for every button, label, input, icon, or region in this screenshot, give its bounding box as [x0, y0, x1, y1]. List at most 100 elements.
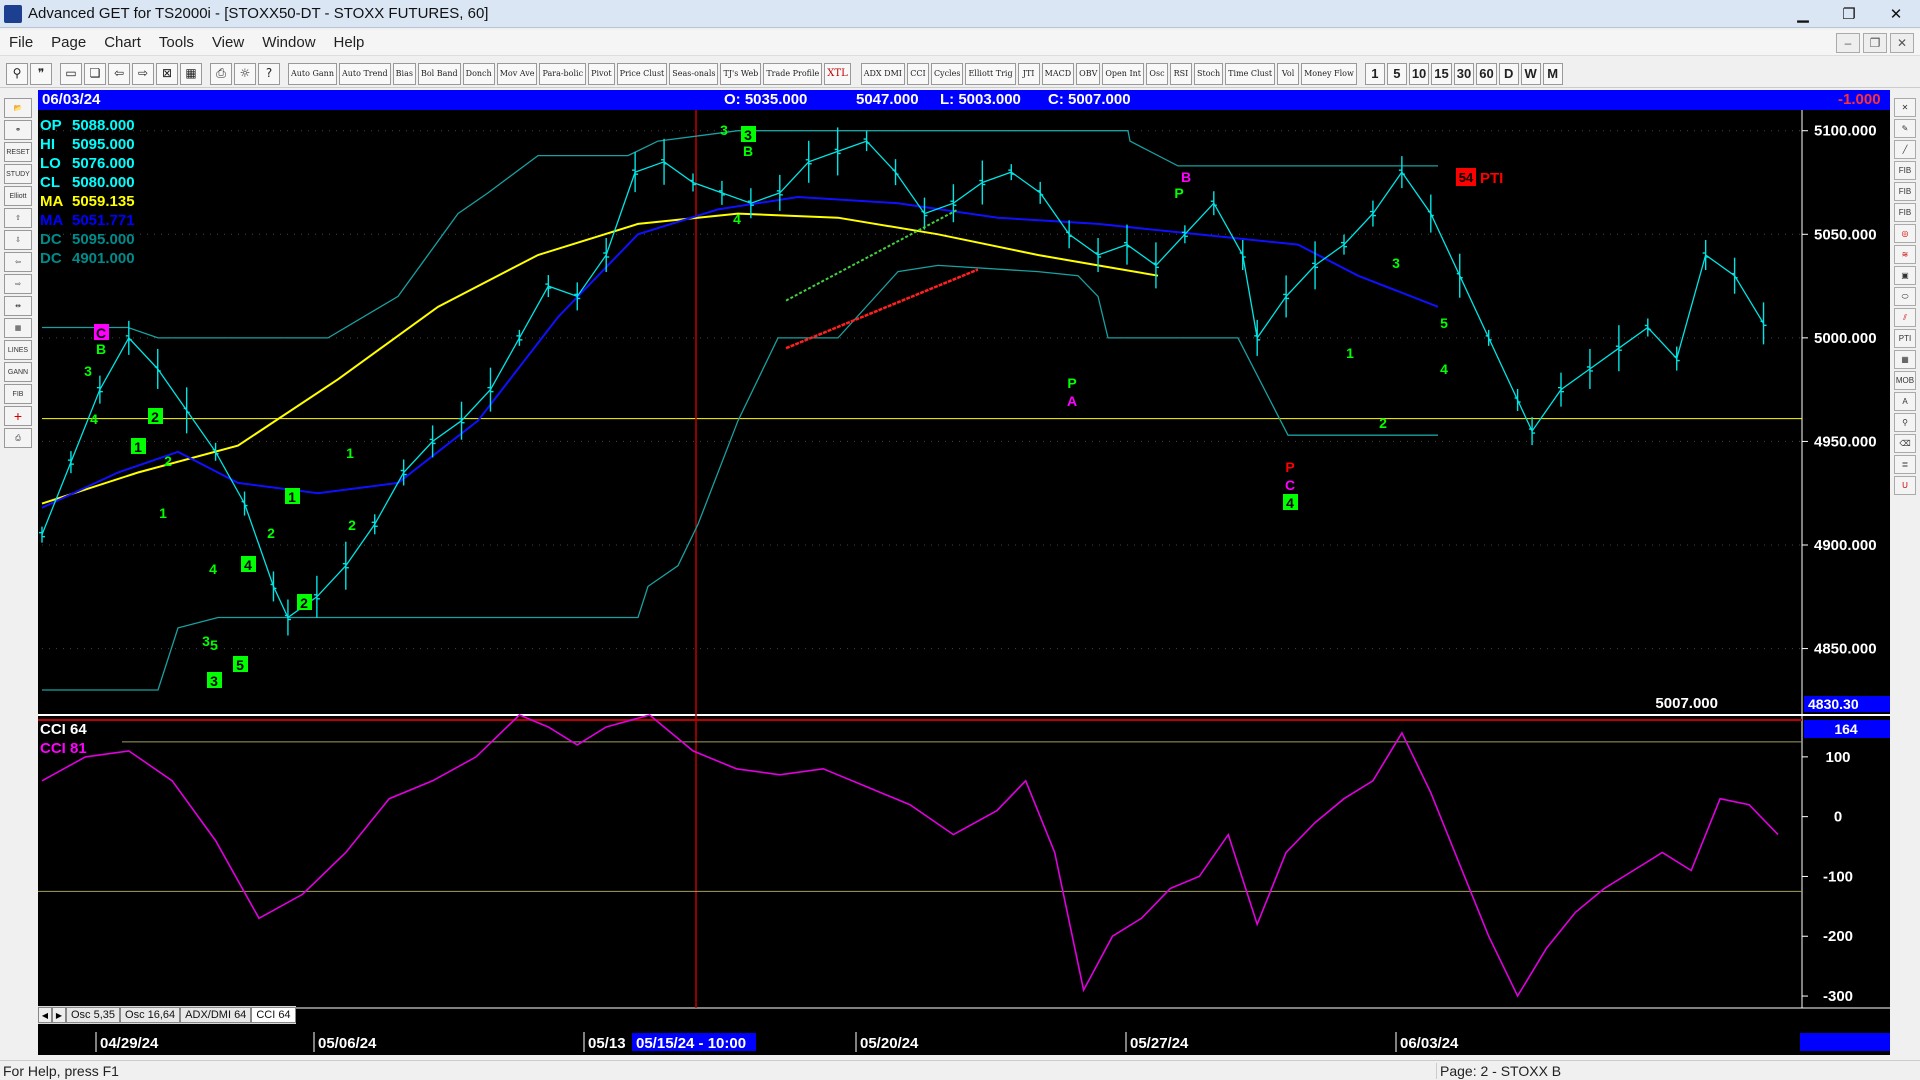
- zoom-icon[interactable]: ⚲: [1894, 413, 1916, 432]
- study-button-elliott-trig[interactable]: Elliott Trig: [965, 62, 1016, 85]
- box-icon[interactable]: ▣: [1894, 266, 1916, 285]
- menu-page[interactable]: Page: [42, 34, 95, 51]
- study-button-auto-gann[interactable]: Auto Gann: [288, 62, 337, 85]
- binoculars-icon[interactable]: ⚭: [4, 120, 32, 140]
- magnet-icon[interactable]: U: [1894, 476, 1916, 495]
- study-button-macd[interactable]: MACD: [1041, 62, 1075, 85]
- timeframe-button-m[interactable]: M: [1542, 62, 1563, 85]
- mdi-minimize-button[interactable]: ‒: [1836, 33, 1860, 53]
- mob-icon[interactable]: MOB: [1894, 371, 1916, 390]
- study-button-rsi[interactable]: RSI: [1170, 62, 1192, 85]
- mdi-restore-button[interactable]: ❐: [1863, 33, 1887, 53]
- tab-osc-5-35[interactable]: Osc 5,35: [66, 1007, 121, 1023]
- timeframe-button-w[interactable]: W: [1520, 62, 1541, 85]
- study-button-stoch[interactable]: Stoch: [1194, 62, 1224, 85]
- menu-window[interactable]: Window: [253, 34, 324, 51]
- grid-icon[interactable]: ▦: [180, 62, 202, 85]
- text-tool-icon[interactable]: A: [1894, 392, 1916, 411]
- fib-ret-icon[interactable]: FIB: [1894, 161, 1916, 180]
- pencil-icon[interactable]: ✎: [1894, 119, 1916, 138]
- study-button-mov-ave[interactable]: Mov Ave: [496, 62, 538, 85]
- fib-time-icon[interactable]: FIB: [1894, 203, 1916, 222]
- study-button-jti[interactable]: JTI: [1017, 62, 1040, 85]
- tab-cci[interactable]: CCI 64: [251, 1007, 296, 1023]
- down-arrow-icon[interactable]: ⇩: [4, 230, 32, 250]
- open-icon[interactable]: 📂: [4, 98, 32, 118]
- layers-icon[interactable]: ≣: [1894, 455, 1916, 474]
- right-arrow-icon[interactable]: ⇨: [4, 274, 32, 294]
- spiral-icon[interactable]: ◎: [1894, 224, 1916, 243]
- eraser-icon[interactable]: ⌫: [1894, 434, 1916, 453]
- tab-adx-dmi[interactable]: ADX/DMI 64: [180, 1007, 252, 1023]
- study-button-bol-band[interactable]: Bol Band: [417, 62, 461, 85]
- help-icon[interactable]: ?: [258, 62, 280, 85]
- reset-icon[interactable]: RESET: [4, 142, 32, 162]
- up-arrow-icon[interactable]: ⇧: [4, 208, 32, 228]
- tab-next-icon[interactable]: ▶: [52, 1007, 66, 1023]
- tab-osc-16-64[interactable]: Osc 16,64: [120, 1007, 181, 1023]
- fib-ext-icon[interactable]: FIB: [1894, 182, 1916, 201]
- study-button-xtl[interactable]: XTL: [824, 62, 851, 85]
- timeframe-button-15[interactable]: 15: [1431, 62, 1452, 85]
- copy-icon[interactable]: ❏: [84, 62, 106, 85]
- study-button-donch[interactable]: Donch: [462, 62, 495, 85]
- pin-icon[interactable]: ⚲: [6, 62, 28, 85]
- channel-icon[interactable]: ⫽: [1894, 308, 1916, 327]
- timeframe-button-5[interactable]: 5: [1386, 62, 1407, 85]
- chart-canvas[interactable]: 5100.000 5050.000 5000.000 4950.000 4900.000…: [38, 90, 1890, 1055]
- tab-prev-icon[interactable]: ◀: [38, 1007, 52, 1023]
- menu-view[interactable]: View: [203, 34, 253, 51]
- elliott-icon[interactable]: Elliott: [4, 186, 32, 206]
- close-tool-icon[interactable]: ✕: [1894, 98, 1916, 117]
- chart-window[interactable]: 5100.000 5050.000 5000.000 4950.000 4900.000…: [38, 90, 1890, 1055]
- study-button-auto-trend[interactable]: Auto Trend: [338, 62, 391, 85]
- menu-help[interactable]: Help: [325, 34, 374, 51]
- scroll-right-icon[interactable]: ⇨: [132, 62, 154, 85]
- study-icon[interactable]: STUDY: [4, 164, 32, 184]
- scroll-left-icon[interactable]: ⇦: [108, 62, 130, 85]
- print-chart-icon[interactable]: ⎙: [4, 428, 32, 448]
- study-button-vol[interactable]: Vol: [1277, 62, 1300, 85]
- crosshair-icon[interactable]: +: [4, 406, 32, 426]
- fib-icon[interactable]: FIB: [4, 384, 32, 404]
- study-button-bias[interactable]: Bias: [392, 62, 416, 85]
- line-tool-icon[interactable]: ╱: [1894, 140, 1916, 159]
- lines-icon[interactable]: LINES: [4, 340, 32, 360]
- table-icon[interactable]: ▦: [4, 318, 32, 338]
- expand-icon[interactable]: ⇹: [4, 296, 32, 316]
- delete-icon[interactable]: ⊠: [156, 62, 178, 85]
- restore-button[interactable]: ❐: [1826, 0, 1872, 28]
- menu-tools[interactable]: Tools: [150, 34, 203, 51]
- timeframe-button-30[interactable]: 30: [1453, 62, 1475, 85]
- bulb-icon[interactable]: ☼: [234, 62, 256, 85]
- new-page-icon[interactable]: ▭: [60, 62, 82, 85]
- print-icon[interactable]: ⎙: [210, 62, 232, 85]
- study-button-pivot[interactable]: Pivot: [588, 62, 615, 85]
- menu-file[interactable]: File: [0, 34, 42, 51]
- study-button-obv[interactable]: OBV: [1076, 62, 1101, 85]
- grid-tool-icon[interactable]: ▦: [1894, 350, 1916, 369]
- study-button-para-bolic[interactable]: Para-bolic: [539, 62, 587, 85]
- study-button-cci[interactable]: CCI: [906, 62, 929, 85]
- gann-icon[interactable]: GANN: [4, 362, 32, 382]
- study-button-money-flow[interactable]: Money Flow: [1301, 62, 1357, 85]
- pti-icon[interactable]: PTI: [1894, 329, 1916, 348]
- close-button[interactable]: ✕: [1872, 0, 1920, 28]
- study-button-time-clust[interactable]: Time Clust: [1225, 62, 1276, 85]
- study-button-price-clust[interactable]: Price Clust: [616, 62, 668, 85]
- study-button-osc[interactable]: Osc: [1146, 62, 1168, 85]
- study-button-open-int[interactable]: Open Int: [1102, 62, 1144, 85]
- mdi-close-button[interactable]: ✕: [1890, 33, 1914, 53]
- study-button-cycles[interactable]: Cycles: [930, 62, 964, 85]
- menu-chart[interactable]: Chart: [95, 34, 150, 51]
- study-button-tj-s-web[interactable]: TJ's Web: [720, 62, 762, 85]
- ellipse-icon[interactable]: ⬭: [1894, 287, 1916, 306]
- fan-icon[interactable]: ≋: [1894, 245, 1916, 264]
- quote-icon[interactable]: ❞: [30, 62, 52, 85]
- left-arrow-icon[interactable]: ⇦: [4, 252, 32, 272]
- study-button-trade-profile[interactable]: Trade Profile: [763, 62, 823, 85]
- minimize-button[interactable]: ▁: [1780, 0, 1826, 28]
- timeframe-button-d[interactable]: D: [1498, 62, 1519, 85]
- study-button-adx-dmi[interactable]: ADX DMI: [860, 62, 905, 85]
- timeframe-button-10[interactable]: 10: [1408, 62, 1430, 85]
